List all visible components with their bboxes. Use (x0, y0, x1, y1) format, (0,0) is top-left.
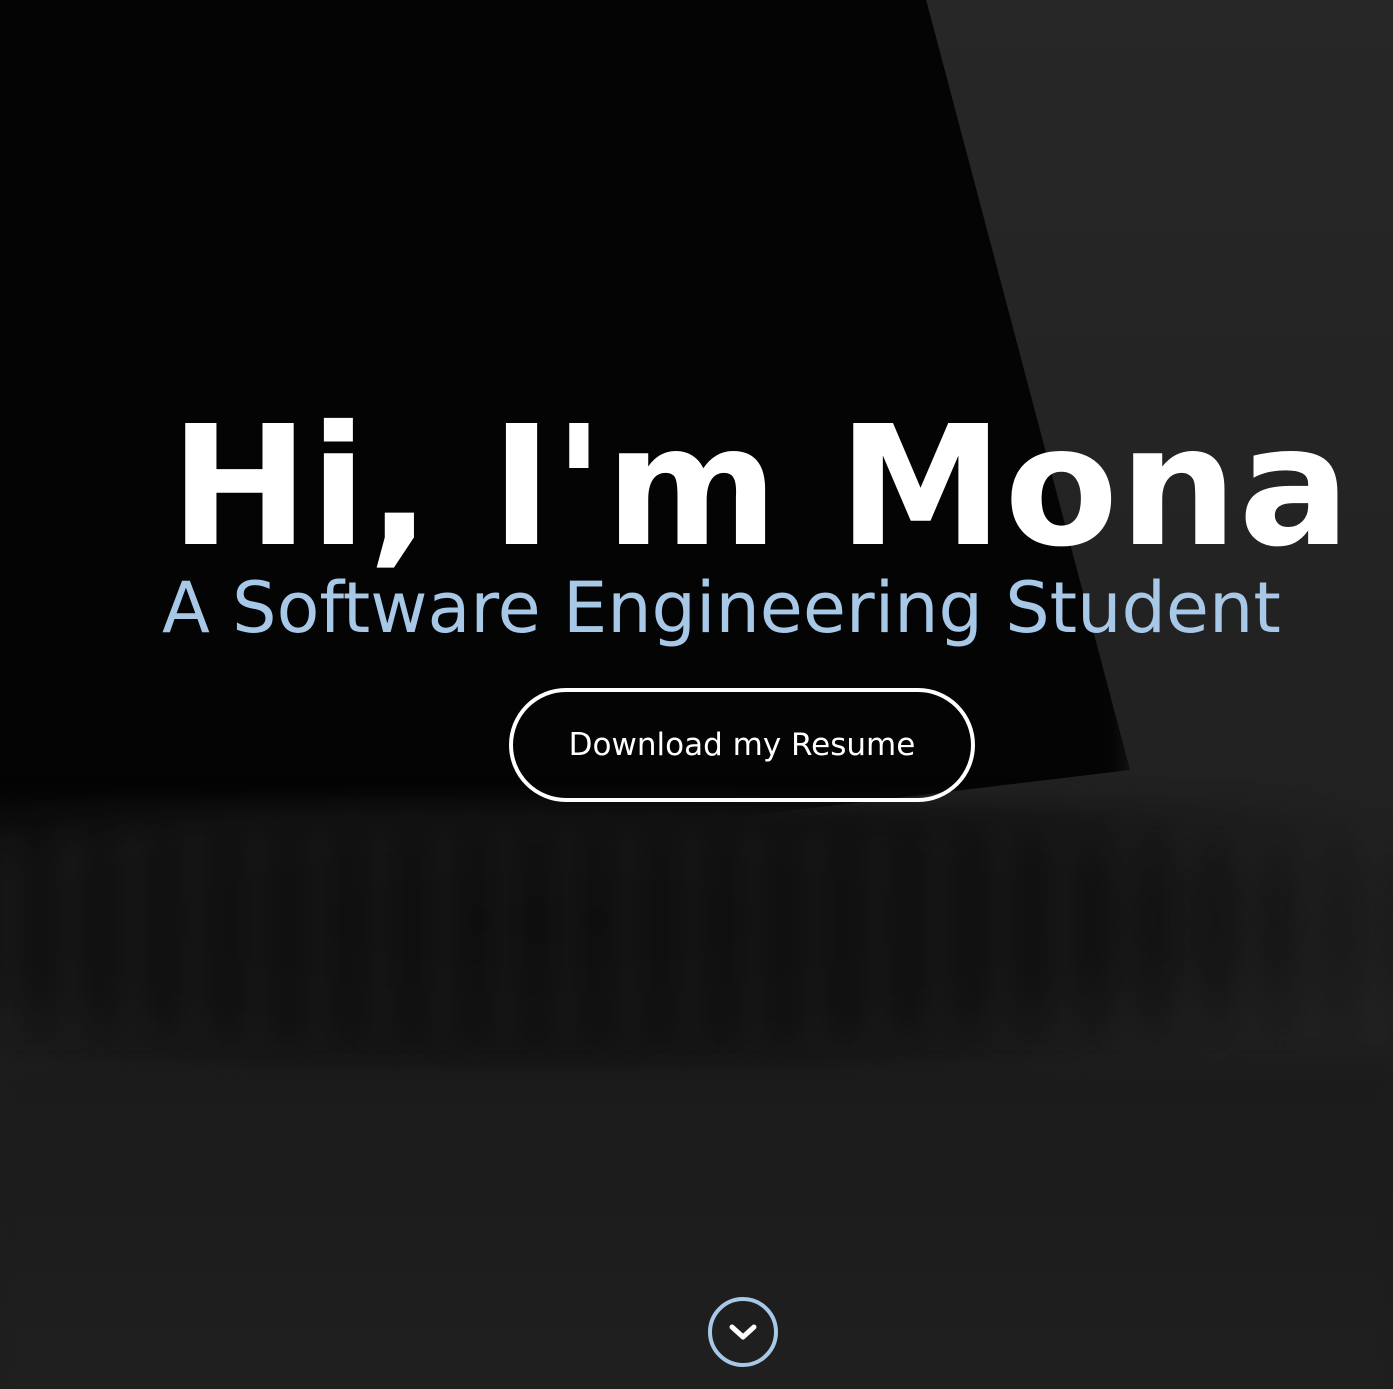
scroll-down-button[interactable] (708, 1297, 778, 1367)
hero-content: Hi, I'm Mona A Software Engineering Stud… (0, 0, 1393, 1389)
hero-headline: Hi, I'm Mona (170, 391, 1352, 584)
chevron-down-icon (729, 1324, 757, 1340)
download-resume-button[interactable]: Download my Resume (509, 688, 975, 802)
hero-tagline: A Software Engineering Student (162, 567, 1281, 649)
hero-section: Hi, I'm Mona A Software Engineering Stud… (0, 0, 1393, 1389)
